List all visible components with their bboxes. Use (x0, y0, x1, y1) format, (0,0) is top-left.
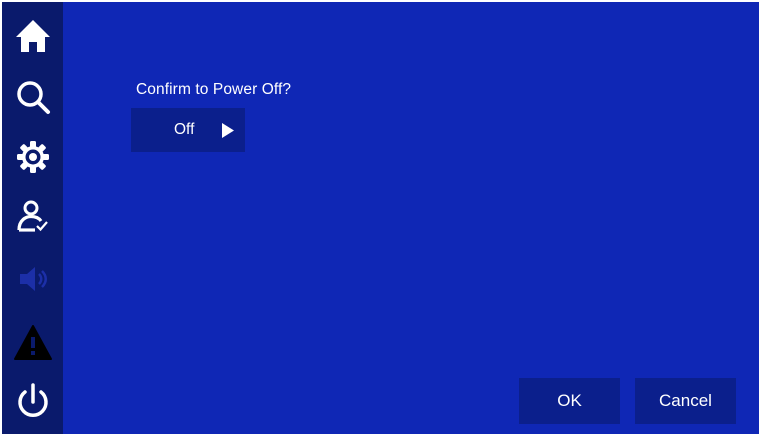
arrow-right-icon (222, 123, 234, 138)
sidebar-item-power[interactable] (2, 372, 63, 432)
sidebar-item-home[interactable] (2, 6, 63, 66)
user-check-icon (16, 200, 48, 232)
search-icon (16, 81, 50, 114)
sidebar-item-search[interactable] (2, 67, 63, 127)
power-option-selector[interactable]: Off (131, 108, 245, 152)
power-off-screen: Confirm to Power Off? Off OK Cancel (2, 2, 759, 434)
sidebar-item-settings[interactable] (2, 127, 63, 187)
selector-value: Off (174, 121, 195, 138)
sidebar (2, 2, 63, 434)
speaker-icon (19, 267, 47, 291)
ok-button[interactable]: OK (519, 378, 620, 424)
sidebar-item-user[interactable] (2, 187, 63, 247)
sidebar-item-speaker[interactable] (2, 249, 63, 309)
sidebar-item-alarm[interactable] (2, 313, 63, 373)
power-off-prompt: Confirm to Power Off? (136, 81, 292, 98)
alarm-icon (13, 325, 52, 360)
settings-icon (16, 141, 49, 173)
cancel-button[interactable]: Cancel (635, 378, 736, 424)
home-icon (15, 20, 50, 52)
power-icon (17, 383, 48, 417)
